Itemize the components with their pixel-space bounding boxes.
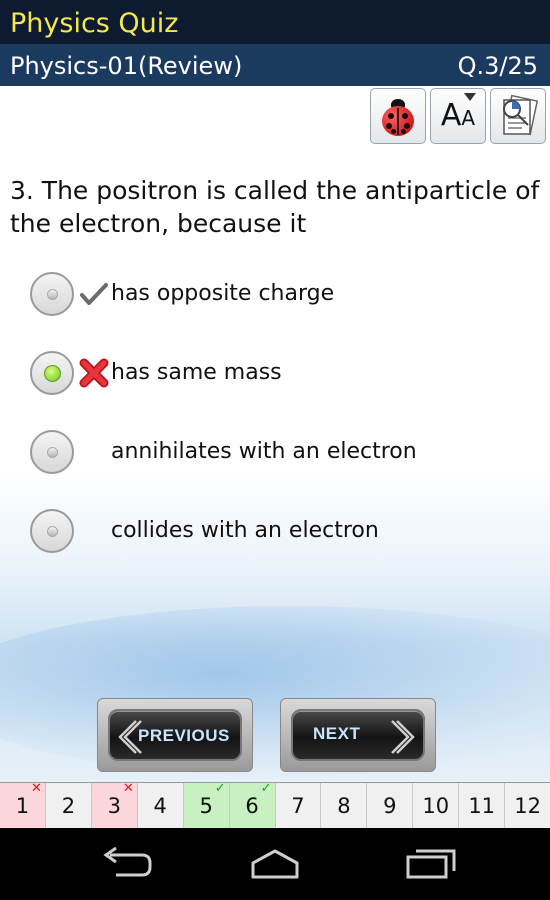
system-navigation-bar bbox=[0, 828, 550, 900]
next-button[interactable]: NEXT bbox=[280, 698, 436, 772]
home-icon bbox=[251, 849, 299, 879]
radio-button-selected[interactable] bbox=[30, 351, 74, 395]
radio-button[interactable] bbox=[30, 430, 74, 474]
quiz-header: Physics-01(Review) Q.3/25 bbox=[0, 44, 550, 86]
quiz-name: Physics-01(Review) bbox=[10, 52, 243, 80]
page-9-button[interactable]: 9 bbox=[367, 783, 414, 828]
question-text: 3. The positron is called the antipartic… bbox=[10, 176, 540, 238]
toolbar: AA bbox=[370, 88, 546, 146]
font-size-button[interactable]: AA bbox=[430, 88, 486, 144]
wrong-mark-icon: ✕ bbox=[31, 781, 42, 796]
radio-button[interactable] bbox=[30, 509, 74, 553]
notes-button[interactable] bbox=[490, 88, 546, 144]
background-swoosh bbox=[0, 606, 550, 776]
page-11-button[interactable]: 11 bbox=[459, 783, 506, 828]
wrong-mark-icon: ✕ bbox=[122, 781, 134, 796]
back-icon bbox=[103, 847, 152, 877]
answer-option-4[interactable]: collides with an electron bbox=[30, 509, 530, 555]
font-size-icon: AA bbox=[441, 93, 477, 131]
page-3-button[interactable]: 3 ✕ bbox=[91, 781, 138, 828]
question-area: AA 3. The positron is called the antipar… bbox=[0, 86, 550, 782]
answer-option-3[interactable]: annihilates with an electron bbox=[30, 430, 530, 476]
ladybug-icon bbox=[379, 96, 417, 136]
page-1-button[interactable]: 1 ✕ bbox=[0, 781, 46, 828]
question-pager: 1 ✕ 2 3 ✕ 4 5 ✓ 6 ✓ 7 8 9 10 11 12 bbox=[0, 781, 550, 828]
page-10-button[interactable]: 10 bbox=[413, 783, 460, 828]
page-12-button[interactable]: 12 bbox=[505, 783, 550, 828]
question-counter: Q.3/25 bbox=[457, 52, 538, 80]
next-label: NEXT bbox=[313, 724, 361, 743]
previous-button[interactable]: PREVIOUS bbox=[97, 698, 253, 772]
correct-mark-icon: ✓ bbox=[214, 781, 226, 796]
back-button[interactable] bbox=[84, 842, 164, 886]
answer-option-2[interactable]: has same mass bbox=[30, 351, 530, 397]
chevron-right-icon bbox=[391, 720, 415, 754]
title-bar: Physics Quiz bbox=[0, 0, 550, 44]
option-label: annihilates with an electron bbox=[111, 439, 417, 464]
page-8-button[interactable]: 8 bbox=[321, 783, 368, 828]
correct-mark-icon: ✓ bbox=[260, 781, 272, 796]
previous-label: PREVIOUS bbox=[138, 726, 230, 745]
option-label: has same mass bbox=[111, 360, 282, 385]
report-bug-button[interactable] bbox=[370, 88, 426, 144]
answer-option-1[interactable]: has opposite charge bbox=[30, 272, 530, 318]
page-5-button[interactable]: 5 ✓ bbox=[183, 781, 230, 828]
page-6-button[interactable]: 6 ✓ bbox=[229, 781, 276, 828]
recent-apps-button[interactable] bbox=[390, 842, 470, 886]
option-label: collides with an electron bbox=[111, 518, 379, 543]
home-button[interactable] bbox=[235, 842, 315, 886]
app-title: Physics Quiz bbox=[10, 8, 179, 39]
option-label: has opposite charge bbox=[111, 281, 335, 306]
page-7-button[interactable]: 7 bbox=[275, 783, 322, 828]
notes-icon bbox=[503, 94, 538, 136]
check-icon bbox=[80, 283, 108, 305]
cross-icon bbox=[79, 358, 109, 388]
recent-apps-icon bbox=[406, 849, 456, 879]
page-2-button[interactable]: 2 bbox=[45, 783, 92, 828]
page-4-button[interactable]: 4 bbox=[137, 783, 184, 828]
radio-button[interactable] bbox=[30, 272, 74, 316]
